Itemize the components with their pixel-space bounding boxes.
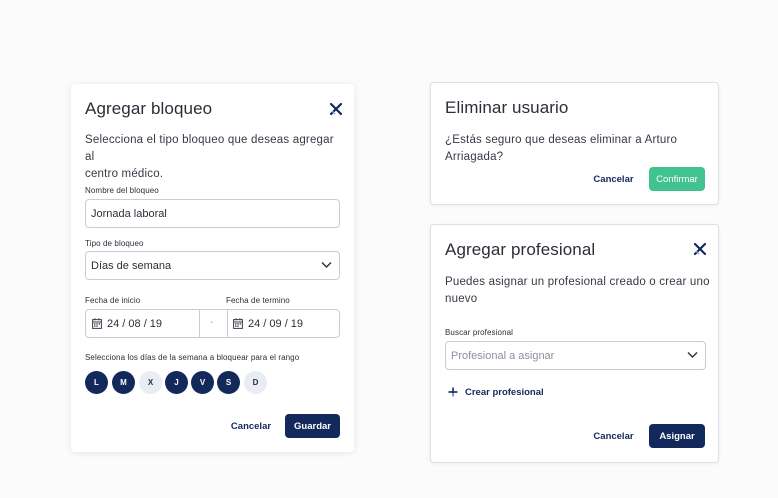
cancel-button[interactable]: Cancelar [586,167,641,191]
weekdays-label: Selecciona los días de la semana a bloqu… [85,353,300,362]
day-toggle-l[interactable]: L [85,371,108,394]
day-toggle-d[interactable]: D [244,371,267,394]
range-separator: - [210,317,214,328]
calendar-icon [233,318,243,329]
professional-search-select[interactable]: Profesional a asignar [445,341,706,370]
create-professional-link[interactable]: Crear profesional [448,385,544,399]
day-toggle-j[interactable]: J [165,371,188,394]
range-divider-right [227,310,228,337]
search-professional-label: Buscar profesional [445,328,514,337]
delete-dialog-description: ¿Estás seguro que deseas eliminar a Artu… [445,134,678,163]
cancel-button[interactable]: Cancelar [222,414,280,438]
plus-icon [448,387,458,397]
professional-search-placeholder: Profesional a asignar [451,349,555,362]
start-date-label: Fecha de inicio [85,296,141,305]
professional-dialog-title: Agregar profesional [445,240,596,259]
delete-dialog-title: Eliminar usuario [445,98,569,117]
block-dialog: Agregar bloqueo Selecciona el tipo bloqu… [71,84,354,452]
end-date-input[interactable]: 24 / 09 / 19 [233,310,303,337]
block-name-value: Jornada laboral [91,207,167,220]
calendar-icon [92,318,102,329]
chevron-down-icon [687,352,698,358]
day-toggle-s[interactable]: S [217,371,240,394]
chevron-down-icon [321,262,332,268]
end-date-label: Fecha de termino [226,296,290,305]
day-toggle-m[interactable]: M [112,371,135,394]
start-date-value: 24 / 08 / 19 [107,317,163,330]
add-professional-dialog: Agregar profesional Puedes asignar un pr… [430,224,719,463]
end-date-value: 24 / 09 / 19 [248,317,304,330]
date-range-field: 24 / 08 / 19 - 24 / 09 / 19 [85,309,340,338]
create-professional-label: Crear profesional [465,386,544,398]
confirm-button[interactable]: Confirmar [649,167,705,191]
close-icon[interactable] [693,242,707,256]
day-toggle-x[interactable]: X [139,371,162,394]
block-name-input[interactable]: Jornada laboral [85,199,340,228]
block-type-select[interactable]: Días de semana [85,251,340,280]
professional-dialog-description: Puedes asignar un profesional creado o c… [445,276,710,305]
assign-button[interactable]: Asignar [649,424,705,448]
type-label: Tipo de bloqueo [85,239,144,248]
close-icon[interactable] [329,102,343,116]
block-type-value: Días de semana [91,259,172,272]
start-date-input[interactable]: 24 / 08 / 19 [92,310,162,337]
cancel-button[interactable]: Cancelar [586,424,641,448]
name-label: Nombre del bloqueo [85,186,159,195]
save-button[interactable]: Guardar [285,414,340,438]
block-dialog-title: Agregar bloqueo [85,99,213,118]
block-dialog-description: Selecciona el tipo bloqueo que deseas ag… [85,134,334,180]
day-toggle-v[interactable]: V [191,371,214,394]
range-divider-left [199,310,200,337]
delete-user-dialog: Eliminar usuario ¿Estás seguro que desea… [430,82,719,205]
